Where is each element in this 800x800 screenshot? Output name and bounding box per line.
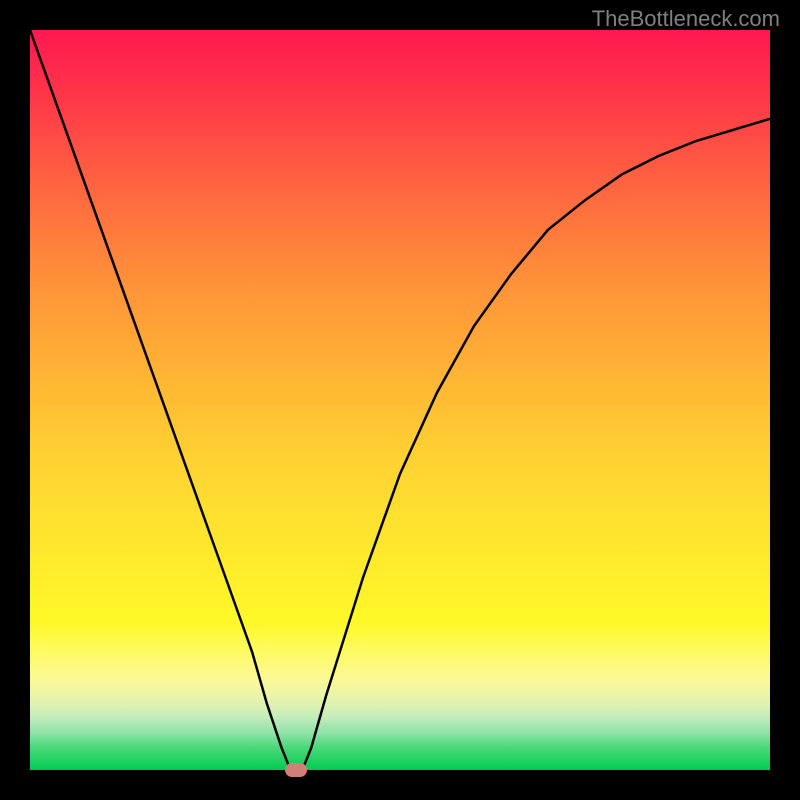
optimal-point-marker: [285, 763, 307, 777]
chart-curve-layer: [30, 30, 770, 770]
watermark-label: TheBottleneck.com: [592, 6, 780, 32]
chart-plot-area: [30, 30, 770, 770]
bottleneck-curve: [30, 30, 770, 770]
